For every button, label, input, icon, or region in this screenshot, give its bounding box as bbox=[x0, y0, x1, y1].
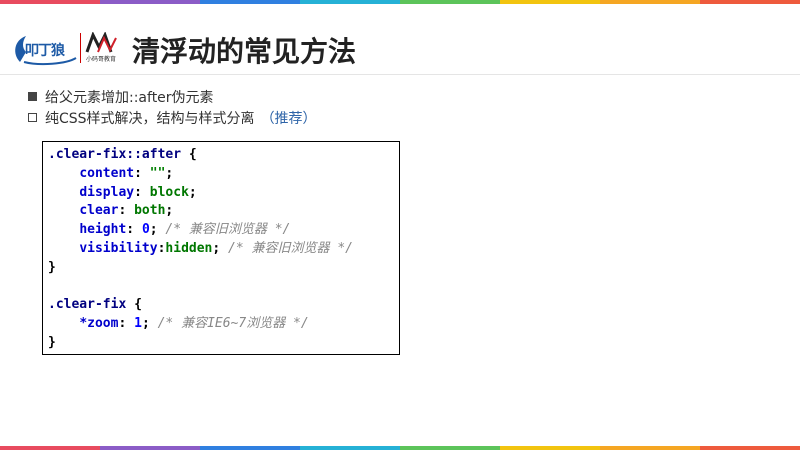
code-line: } bbox=[48, 334, 56, 350]
bullet-text: 给父元素增加::after伪元素 bbox=[45, 89, 214, 106]
filled-square-bullet-icon bbox=[28, 92, 37, 101]
slide-title: 清浮动的常见方法 bbox=[132, 35, 357, 68]
code-line: content: ""; bbox=[79, 165, 174, 181]
code-line: visibility:hidden; /* 兼容旧浏览器 */ bbox=[79, 240, 354, 256]
code-block: .clear-fix::after { content: ""; display… bbox=[42, 141, 400, 355]
bullet-list: 给父元素增加::after伪元素 纯CSS样式解决，结构与样式分离 （推荐） bbox=[28, 86, 317, 128]
logo-divider bbox=[80, 33, 81, 63]
code-line: *zoom: 1; /* 兼容IE6~7浏览器 */ bbox=[79, 316, 309, 332]
xmg-logo: 小码哥教育 bbox=[84, 31, 124, 66]
bullet-text: 纯CSS样式解决，结构与样式分离 bbox=[45, 110, 255, 127]
recommend-note: （推荐） bbox=[260, 110, 317, 127]
hollow-square-bullet-icon bbox=[28, 113, 37, 122]
bullet-item: 给父元素增加::after伪元素 bbox=[28, 86, 317, 107]
slide-header: 叩丁狼 小码哥教育 清浮动的常见方法 bbox=[0, 4, 800, 74]
code-line: clear: both; bbox=[79, 203, 174, 219]
header-divider bbox=[0, 74, 800, 75]
code-line: .clear-fix::after { bbox=[48, 147, 197, 162]
bottom-color-stripe bbox=[0, 446, 800, 450]
code-line: .clear-fix { bbox=[48, 297, 142, 313]
code-line: display: block; bbox=[79, 184, 197, 200]
code-line: height: 0; /* 兼容旧浏览器 */ bbox=[79, 222, 291, 238]
wolfcode-logo: 叩丁狼 bbox=[10, 32, 77, 66]
bullet-item: 纯CSS样式解决，结构与样式分离 （推荐） bbox=[28, 107, 317, 128]
xmg-logo-caption: 小码哥教育 bbox=[86, 56, 117, 63]
code-line: } bbox=[48, 259, 56, 275]
wolfcode-logo-text: 叩丁狼 bbox=[25, 43, 65, 59]
